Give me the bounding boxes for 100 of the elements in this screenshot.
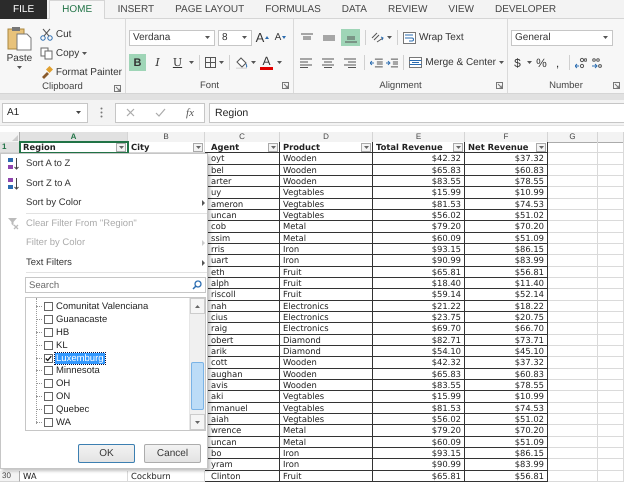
ok-button[interactable]: OK — [78, 444, 135, 463]
increase-indent-icon[interactable] — [386, 58, 398, 68]
name-box[interactable]: A1 — [2, 102, 88, 122]
column-header[interactable]: C — [205, 132, 280, 143]
currency-button[interactable]: $ — [511, 54, 524, 71]
column-header[interactable]: D — [280, 132, 373, 143]
list-item[interactable]: WA — [55, 416, 72, 428]
decrease-indent-icon[interactable] — [370, 58, 383, 68]
dialog-launcher-icon[interactable] — [496, 82, 503, 89]
shrink-font-button[interactable]: A — [273, 29, 288, 46]
grow-font-button[interactable]: A — [255, 29, 270, 46]
search-field[interactable]: Search — [25, 277, 206, 293]
checkbox[interactable] — [44, 314, 53, 324]
column-header[interactable]: B — [128, 132, 205, 143]
text-orientation-icon[interactable] — [371, 32, 384, 44]
checkbox[interactable] — [44, 366, 53, 376]
font-size-field[interactable]: 8 — [218, 30, 252, 46]
caret-icon[interactable] — [527, 61, 532, 64]
checkbox[interactable] — [44, 418, 53, 427]
checkbox[interactable] — [44, 392, 53, 402]
checkbox[interactable] — [44, 340, 53, 350]
scroll-up-button[interactable] — [190, 298, 205, 314]
font-style-button[interactable]: B — [129, 54, 146, 71]
caret-icon[interactable] — [251, 61, 256, 64]
checkbox[interactable] — [44, 328, 53, 337]
wrap-text-button[interactable]: Wrap Text — [403, 30, 464, 46]
list-item[interactable]: Minnesota — [55, 365, 101, 376]
row-header[interactable]: 30 — [0, 470, 20, 482]
caret-icon[interactable] — [189, 61, 194, 64]
font-color-button[interactable]: A — [259, 54, 274, 71]
ribbon-tab[interactable]: DEVELOPER — [484, 0, 567, 19]
ribbon-tab[interactable]: FILE — [0, 0, 48, 19]
menu-item[interactable]: Text Filters — [1, 252, 207, 272]
font-name-field[interactable]: Verdana — [129, 30, 215, 46]
list-item[interactable]: Quebec — [55, 404, 90, 416]
cancel-button[interactable]: Cancel — [144, 444, 201, 463]
ribbon-tab[interactable]: INSERT — [107, 0, 165, 19]
caret-icon[interactable] — [387, 36, 392, 39]
checkbox[interactable] — [44, 354, 53, 362]
menu-item[interactable]: Sort A to Z — [1, 154, 207, 174]
list-item[interactable]: Comunitat Valenciana — [55, 300, 150, 312]
list-item[interactable]: ON — [55, 391, 72, 402]
copy-button[interactable]: Copy — [40, 45, 122, 61]
comma-style-button[interactable]: , — [551, 54, 564, 71]
decrease-decimal-icon[interactable] — [590, 56, 602, 68]
scroll-down-button[interactable] — [190, 414, 205, 430]
column-header[interactable]: G — [548, 132, 598, 143]
table-cell: Metal — [283, 425, 306, 436]
filter-button[interactable] — [361, 142, 371, 152]
menu-item[interactable]: Sort by Color — [1, 193, 207, 212]
insert-function-button[interactable]: fx — [186, 106, 194, 118]
grip-icon[interactable] — [100, 107, 103, 118]
column-header[interactable]: F — [465, 132, 548, 143]
ribbon-tab[interactable]: DATA — [331, 0, 378, 19]
empty-cell — [598, 402, 624, 414]
format-painter-button[interactable]: Format Painter — [40, 64, 122, 80]
formula-field[interactable]: Region — [209, 102, 624, 122]
number-format-field[interactable]: General — [511, 30, 613, 46]
caret-icon — [270, 146, 276, 149]
filter-button[interactable] — [536, 142, 546, 152]
filter-button[interactable] — [116, 142, 126, 152]
list-item[interactable]: Guanacaste — [55, 314, 108, 325]
paintbrush-icon — [40, 66, 53, 78]
list-item[interactable]: OH — [55, 378, 72, 390]
empty-cell — [548, 300, 598, 312]
empty-cell — [598, 414, 624, 426]
menu-item[interactable]: Sort Z to A — [1, 174, 207, 193]
percent-button[interactable]: % — [535, 54, 548, 71]
checkbox[interactable] — [44, 405, 53, 414]
table-cell: Wooden — [283, 176, 317, 186]
column-header[interactable]: E — [373, 132, 465, 143]
font-style-button[interactable]: U — [169, 54, 186, 71]
fill-bucket-icon[interactable] — [235, 56, 248, 69]
dialog-launcher-icon[interactable] — [282, 82, 289, 89]
ribbon-tab[interactable]: FORMULAS — [254, 0, 332, 19]
ribbon-tab[interactable]: PAGE LAYOUT — [164, 0, 255, 19]
filter-button[interactable] — [268, 142, 278, 152]
filter-button[interactable] — [453, 142, 463, 152]
dialog-launcher-icon[interactable] — [114, 85, 121, 92]
font-style-button[interactable]: I — [149, 54, 166, 71]
cut-button[interactable]: Cut — [40, 26, 122, 42]
checkbox[interactable] — [44, 302, 53, 311]
scrollbar-thumb[interactable] — [191, 362, 204, 410]
borders-icon[interactable] — [205, 57, 216, 68]
ribbon-tab[interactable]: HOME — [49, 0, 106, 19]
list-item[interactable]: KL — [55, 340, 69, 351]
vertical-align-button[interactable] — [341, 29, 360, 46]
row-header[interactable]: 1 — [0, 142, 20, 154]
filter-button[interactable] — [193, 142, 203, 152]
dialog-launcher-icon[interactable] — [613, 82, 620, 89]
merge-center-button[interactable]: Merge & Center — [409, 54, 504, 70]
paste-button[interactable]: Paste — [3, 19, 36, 80]
ribbon-tab[interactable]: REVIEW — [377, 0, 438, 19]
empty-cell — [548, 448, 598, 460]
ribbon-tab[interactable]: VIEW — [438, 0, 484, 19]
list-item[interactable]: HB — [55, 326, 70, 338]
checkbox[interactable] — [44, 379, 53, 388]
caret-icon[interactable] — [277, 61, 282, 64]
increase-decimal-icon[interactable] — [575, 56, 587, 68]
caret-icon[interactable] — [219, 61, 224, 64]
